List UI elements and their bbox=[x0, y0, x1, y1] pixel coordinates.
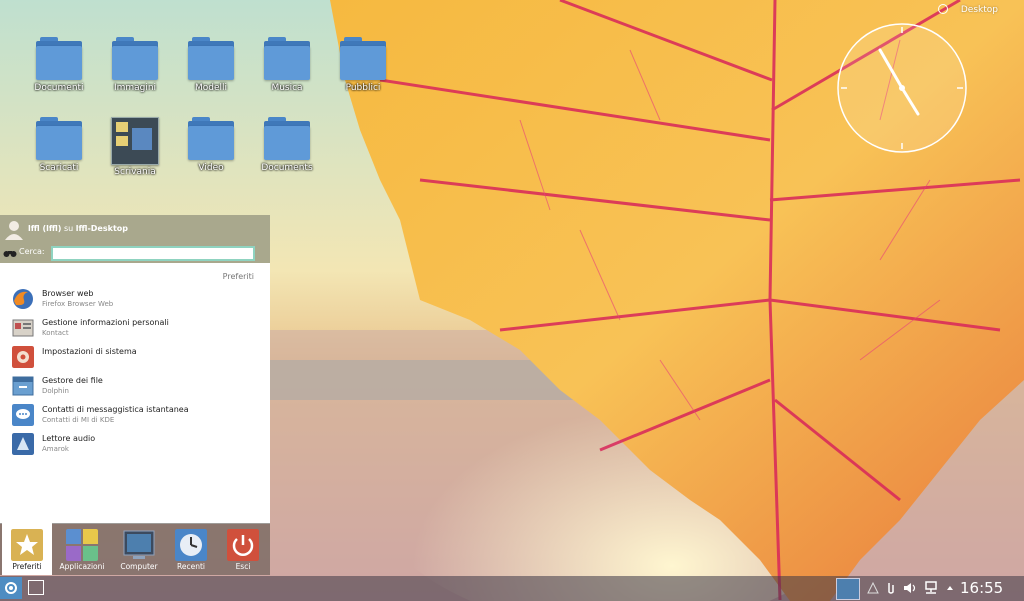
menu-item-title: Impostazioni di sistema bbox=[42, 347, 137, 356]
desktop-icon-label: Scaricati bbox=[39, 163, 79, 173]
menu-item-kontact[interactable]: Gestione informazioni personali Kontact bbox=[10, 316, 260, 342]
menu-item-browser[interactable]: Browser web Firefox Browser Web bbox=[10, 287, 260, 313]
tab-label: Preferiti bbox=[12, 562, 42, 571]
desktop-icon-label: Musica bbox=[271, 83, 303, 93]
desktop-containment-icon[interactable] bbox=[938, 4, 948, 14]
star-icon bbox=[11, 529, 43, 561]
menu-item-dolphin[interactable]: Gestore dei file Dolphin bbox=[10, 374, 260, 400]
start-menu: lffl (lffl) su lffl-Desktop Cerca: Prefe… bbox=[0, 215, 270, 575]
desktop-icon-scaricati[interactable]: Scaricati bbox=[21, 117, 97, 173]
start-menu-header: lffl (lffl) su lffl-Desktop Cerca: bbox=[0, 215, 270, 263]
menu-item-settings[interactable]: Impostazioni di sistema bbox=[10, 345, 260, 371]
menu-item-subtitle: Dolphin bbox=[42, 387, 69, 395]
tab-label: Applicazioni bbox=[59, 562, 105, 571]
pager-desktop-icon[interactable] bbox=[836, 578, 860, 600]
menu-item-subtitle: Kontact bbox=[42, 329, 69, 337]
amarok-icon bbox=[12, 433, 34, 455]
desktop-icon-label: Pubblici bbox=[345, 83, 381, 93]
desktop-folder-icon bbox=[111, 117, 159, 165]
apps-icon bbox=[66, 529, 98, 561]
desktop-icon-immagini[interactable]: Immagini bbox=[97, 37, 173, 93]
digital-clock[interactable]: 16:55 bbox=[960, 579, 1003, 597]
desktop-icon-label: Modelli bbox=[194, 83, 228, 93]
user-host-line: lffl (lffl) su lffl-Desktop bbox=[28, 224, 128, 233]
binoculars-icon bbox=[3, 251, 17, 257]
desktop-icon-modelli[interactable]: Modelli bbox=[173, 37, 249, 93]
tab-recenti[interactable]: Recenti bbox=[166, 523, 216, 575]
desktop-icon-label: Scrivania bbox=[114, 167, 156, 177]
firefox-icon bbox=[13, 289, 33, 309]
tab-computer[interactable]: Computer bbox=[114, 523, 164, 575]
volume-icon[interactable] bbox=[903, 581, 917, 595]
menu-item-im-contacts[interactable]: Contatti di messaggistica istantanea Con… bbox=[10, 403, 260, 429]
network-activity-icon[interactable] bbox=[866, 581, 880, 595]
tray-expand-arrow-icon[interactable] bbox=[943, 581, 957, 595]
search-input[interactable] bbox=[51, 246, 255, 261]
folder-icon bbox=[188, 37, 234, 81]
tab-applicazioni[interactable]: Applicazioni bbox=[57, 523, 107, 575]
computer-icon bbox=[123, 530, 155, 559]
desktop-icon-musica[interactable]: Musica bbox=[249, 37, 325, 93]
analog-clock-widget bbox=[837, 23, 967, 153]
menu-item-title: Contatti di messaggistica istantanea bbox=[42, 405, 189, 414]
start-menu-tabs: Preferiti Applicazioni Computer Recenti … bbox=[0, 523, 270, 575]
host-name: lffl-Desktop bbox=[75, 224, 128, 233]
desktop-icon-label: Documents bbox=[261, 163, 313, 173]
desktop-icon-label: Video bbox=[198, 163, 224, 173]
search-label: Cerca: bbox=[19, 247, 45, 256]
desktop-icon-scrivania[interactable]: Scrivania bbox=[97, 117, 173, 177]
tab-label: Computer bbox=[120, 562, 158, 571]
application-launcher-icon[interactable] bbox=[0, 577, 22, 599]
menu-item-subtitle: Amarok bbox=[42, 445, 69, 453]
desktop-toolbox-label[interactable]: Desktop bbox=[961, 5, 998, 15]
desktop-icon-documents[interactable]: Documents bbox=[249, 117, 325, 173]
tab-label: Recenti bbox=[176, 562, 205, 571]
folder-icon bbox=[264, 37, 310, 81]
folder-icon bbox=[340, 37, 386, 81]
tab-label: Esci bbox=[235, 562, 251, 571]
folder-icon bbox=[112, 37, 158, 81]
network-wired-icon[interactable] bbox=[924, 581, 938, 595]
clipboard-icon[interactable] bbox=[884, 581, 898, 595]
menu-item-title: Gestione informazioni personali bbox=[42, 318, 169, 327]
folder-icon bbox=[36, 37, 82, 81]
tab-esci[interactable]: Esci bbox=[218, 523, 268, 575]
clock-icon bbox=[175, 529, 207, 561]
menu-item-title: Lettore audio bbox=[42, 434, 96, 443]
desktop-icon-label: Immagini bbox=[113, 83, 157, 93]
user-name: lffl (lffl) bbox=[28, 224, 62, 233]
user-sep: su bbox=[64, 224, 74, 233]
user-avatar-icon bbox=[5, 221, 23, 240]
folder-icon bbox=[264, 117, 310, 161]
menu-item-subtitle: Contatti di MI di KDE bbox=[42, 416, 115, 424]
menu-item-title: Gestore dei file bbox=[42, 376, 103, 385]
section-title: Preferiti bbox=[222, 272, 254, 281]
power-icon bbox=[227, 529, 259, 561]
dolphin-icon bbox=[12, 376, 34, 396]
settings-icon bbox=[12, 346, 34, 368]
tab-preferiti[interactable]: Preferiti bbox=[2, 523, 52, 575]
desktop-icon-pubblici[interactable]: Pubblici bbox=[325, 37, 401, 93]
folder-icon bbox=[188, 117, 234, 161]
menu-item-amarok[interactable]: Lettore audio Amarok bbox=[10, 432, 260, 458]
menu-item-subtitle: Firefox Browser Web bbox=[42, 300, 114, 308]
desktop-icon-documenti[interactable]: Documenti bbox=[21, 37, 97, 93]
chat-icon bbox=[12, 404, 34, 426]
folder-icon bbox=[36, 117, 82, 161]
kontact-icon bbox=[12, 319, 34, 337]
show-desktop-icon[interactable] bbox=[28, 580, 44, 595]
taskbar-panel: 16:55 bbox=[0, 576, 1024, 601]
favorites-list: Preferiti Browser web Firefox Browser We… bbox=[0, 263, 270, 524]
desktop-icon-label: Documenti bbox=[34, 83, 84, 93]
menu-item-title: Browser web bbox=[42, 289, 94, 298]
desktop-icon-video[interactable]: Video bbox=[173, 117, 249, 173]
